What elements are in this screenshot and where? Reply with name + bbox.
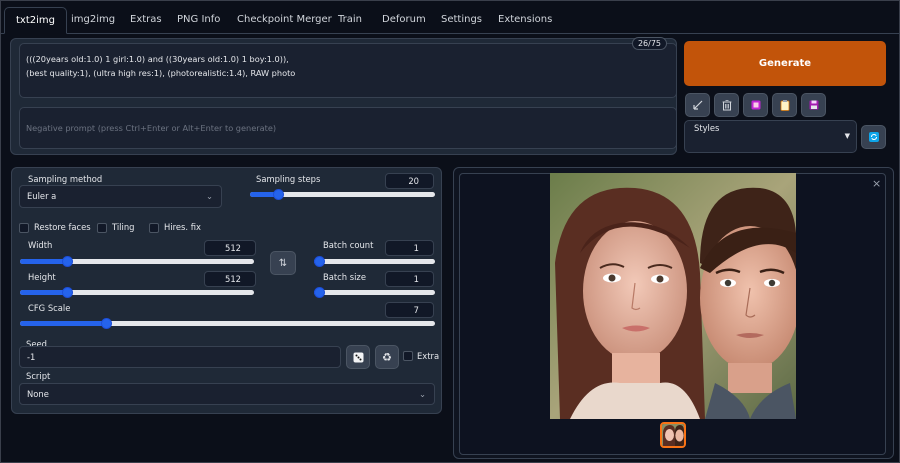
dice-icon — [353, 352, 363, 362]
batch-size-label: Batch size — [323, 272, 366, 282]
portrait-thumbnail-icon — [662, 424, 684, 446]
slider-fill — [20, 321, 106, 326]
prompt-text[interactable]: (((20years old:1.0) 1 girl:1.0) and ((30… — [20, 44, 676, 86]
batch-count-input[interactable]: 1 — [385, 240, 434, 256]
tab-settings[interactable]: Settings — [430, 7, 493, 34]
portrait-photo-icon — [550, 173, 796, 419]
height-input[interactable]: 512 — [204, 271, 256, 287]
slider-thumb[interactable] — [100, 318, 112, 329]
chevron-down-icon: ⌄ — [418, 389, 426, 399]
hires-fix-checkbox[interactable] — [149, 223, 159, 233]
script-value: None — [27, 389, 49, 399]
script-select[interactable]: None ⌄ — [19, 383, 435, 405]
swap-dimensions-button[interactable]: ⇅ — [270, 251, 296, 275]
tab-deforum[interactable]: Deforum — [371, 7, 437, 34]
slider-thumb[interactable] — [272, 189, 284, 200]
batch-size-input[interactable]: 1 — [385, 271, 434, 287]
apply-style-button[interactable] — [772, 93, 797, 117]
slider-thumb[interactable] — [314, 287, 325, 298]
sampling-steps-slider[interactable] — [250, 189, 435, 200]
restore-faces-label: Restore faces — [34, 222, 91, 232]
seed-input[interactable]: -1 — [19, 346, 341, 368]
sampling-method-select[interactable]: Euler a ⌄ — [19, 185, 222, 208]
tab-png-info[interactable]: PNG Info — [166, 7, 231, 34]
width-slider[interactable] — [20, 256, 254, 267]
random-seed-button[interactable] — [346, 345, 370, 369]
recycle-icon: ♻ — [382, 350, 392, 364]
trash-icon — [722, 100, 731, 111]
arrow-diagonal-icon — [692, 100, 702, 110]
negative-prompt-placeholder: Negative prompt (press Ctrl+Enter or Alt… — [26, 123, 277, 133]
chevron-down-icon: ⌄ — [205, 191, 213, 201]
hires-fix-label: Hires. fix — [164, 222, 201, 232]
tab-extras[interactable]: Extras — [119, 7, 173, 34]
cards-icon — [751, 100, 760, 110]
slider-fill — [20, 290, 68, 295]
tab-bar: txt2img img2img Extras PNG Info Checkpoi… — [1, 1, 900, 34]
refresh-icon — [868, 132, 879, 142]
tab-checkpoint-merger[interactable]: Checkpoint Merger — [226, 7, 343, 34]
width-label: Width — [28, 240, 53, 250]
extra-seed-label: Extra — [417, 351, 440, 361]
restore-faces-checkbox[interactable] — [19, 223, 29, 233]
save-style-button[interactable] — [801, 93, 826, 117]
generated-image[interactable] — [550, 173, 796, 419]
batch-size-slider[interactable] — [314, 287, 435, 298]
slider-fill — [20, 259, 68, 264]
reuse-seed-button[interactable]: ♻ — [375, 345, 399, 369]
sampling-steps-label: Sampling steps — [256, 174, 321, 184]
width-input[interactable]: 512 — [204, 240, 256, 256]
extra-networks-button[interactable] — [743, 93, 768, 117]
prompt-input[interactable]: (((20years old:1.0) 1 girl:1.0) and ((30… — [19, 43, 677, 98]
read-params-button[interactable] — [685, 93, 710, 117]
floppy-disk-icon — [809, 100, 818, 110]
token-counter: 26/75 — [632, 37, 667, 50]
tab-train[interactable]: Train — [327, 7, 373, 34]
refresh-styles-button[interactable] — [861, 125, 886, 149]
batch-count-label: Batch count — [323, 240, 374, 250]
clipboard-icon — [780, 100, 789, 111]
extra-seed-checkbox[interactable] — [403, 351, 413, 361]
height-label: Height — [28, 272, 56, 282]
cfg-scale-input[interactable]: 7 — [385, 302, 434, 318]
generate-button[interactable]: Generate — [684, 41, 886, 86]
sampling-steps-input[interactable]: 20 — [385, 173, 434, 189]
tiling-label: Tiling — [112, 222, 135, 232]
tab-extensions[interactable]: Extensions — [487, 7, 563, 34]
styles-dropdown[interactable]: Styles ▼ — [684, 120, 857, 153]
gallery-thumbnail[interactable] — [660, 422, 686, 448]
close-icon[interactable]: × — [872, 177, 881, 190]
clear-prompt-button[interactable] — [714, 93, 739, 117]
batch-count-slider[interactable] — [314, 256, 435, 267]
script-label: Script — [26, 371, 51, 381]
sampling-method-label: Sampling method — [28, 174, 103, 184]
tiling-checkbox[interactable] — [97, 223, 107, 233]
negative-prompt-input[interactable]: Negative prompt (press Ctrl+Enter or Alt… — [19, 107, 677, 149]
sampling-method-value: Euler a — [27, 191, 57, 201]
tab-txt2img[interactable]: txt2img — [4, 7, 67, 34]
slider-thumb[interactable] — [314, 256, 325, 267]
styles-label: Styles — [694, 123, 720, 133]
dropdown-caret-icon: ▼ — [844, 132, 850, 140]
cfg-scale-label: CFG Scale — [28, 303, 71, 313]
height-slider[interactable] — [20, 287, 254, 298]
swap-arrows-icon: ⇅ — [278, 257, 288, 269]
cfg-scale-slider[interactable] — [20, 318, 435, 329]
tab-img2img[interactable]: img2img — [60, 7, 126, 34]
